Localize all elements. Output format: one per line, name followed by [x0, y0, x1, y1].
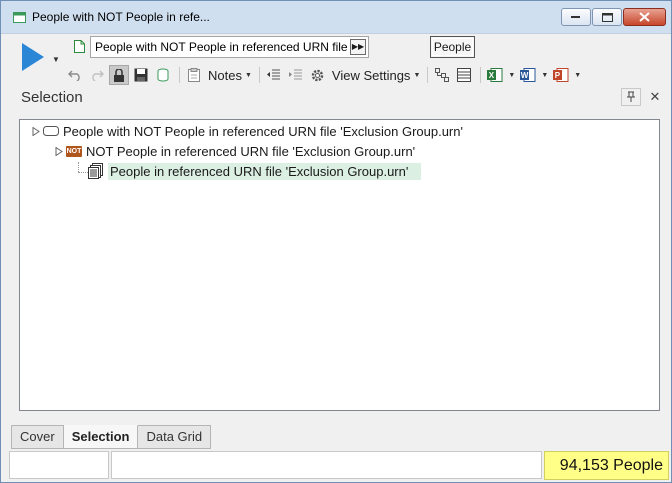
undo-button[interactable] [65, 65, 85, 85]
toolbar-divider [480, 67, 482, 83]
app-window: People with NOT People in refe... ▼ ▶▶ [0, 0, 672, 483]
tab-selection[interactable]: Selection [63, 425, 139, 449]
selection-node-icon [43, 126, 59, 136]
undo-icon [68, 70, 80, 81]
maximize-button[interactable] [592, 8, 622, 26]
redo-icon [92, 70, 104, 81]
not-node-icon: NOT [66, 145, 82, 157]
entity-selector[interactable]: People [430, 36, 475, 58]
selection-tree: People with NOT People in referenced URN… [19, 119, 660, 411]
expand-arrow-icon[interactable] [32, 126, 40, 136]
gear-icon [312, 69, 324, 81]
document-icon [74, 40, 85, 53]
tree-node-label: NOT People in referenced URN file 'Exclu… [86, 143, 416, 159]
excel-dropdown-caret[interactable]: ▼ [508, 72, 515, 79]
minimize-button[interactable] [561, 8, 591, 26]
window-controls [560, 8, 666, 26]
fast-forward-button[interactable]: ▶▶ [350, 39, 366, 55]
notes-menu[interactable]: Notes [208, 68, 242, 83]
tree-connector [78, 172, 88, 173]
close-icon [639, 12, 650, 22]
database-icon [157, 68, 169, 82]
grid-view-button[interactable] [454, 65, 474, 85]
redo-button[interactable] [87, 65, 107, 85]
export-word-button[interactable]: W [518, 65, 538, 85]
pane-close-button[interactable]: ✕ [646, 88, 664, 106]
database-button[interactable] [153, 65, 173, 85]
close-icon: ✕ [649, 89, 661, 104]
lock-icon [114, 68, 124, 82]
not-badge: NOT [66, 145, 82, 157]
tree-node-urn[interactable]: People in referenced URN file 'Exclusion… [88, 161, 422, 181]
export-excel-button[interactable]: X [485, 65, 505, 85]
notes-clipboard-button[interactable] [184, 65, 204, 85]
close-window-button[interactable] [623, 8, 666, 26]
tab-data-grid[interactable]: Data Grid [138, 425, 212, 449]
minimize-icon [571, 16, 580, 18]
tree-node-root[interactable]: People with NOT People in referenced URN… [32, 121, 463, 141]
tree-icon [435, 68, 450, 82]
pane-title: Selection [21, 89, 83, 106]
svg-text:X: X [489, 71, 495, 80]
status-bar: 94,153 People [9, 451, 669, 480]
tree-view-button[interactable] [432, 65, 452, 85]
grid-icon [457, 68, 472, 82]
save-button[interactable] [131, 65, 151, 85]
indent-icon [288, 69, 302, 80]
maximize-icon [601, 12, 613, 22]
app-icon [13, 12, 26, 23]
toolbar-divider [179, 67, 180, 83]
expand-arrow-icon[interactable] [55, 146, 63, 156]
svg-text:P: P [555, 71, 561, 80]
query-name-field[interactable]: ▶▶ [90, 36, 369, 58]
export-powerpoint-button[interactable]: P [551, 65, 571, 85]
powerpoint-dropdown-caret[interactable]: ▼ [574, 72, 581, 79]
outdent-button[interactable] [264, 65, 284, 85]
status-cell [111, 451, 542, 479]
urn-file-icon [88, 163, 104, 179]
svg-text:W: W [521, 71, 529, 80]
settings-button[interactable] [308, 65, 328, 85]
tree-connector [78, 162, 79, 172]
powerpoint-icon: P [553, 68, 569, 82]
tab-cover[interactable]: Cover [11, 425, 64, 449]
toolbar-divider [427, 67, 429, 83]
outdent-icon [266, 69, 280, 80]
fast-forward-icon: ▶▶ [351, 42, 365, 51]
run-dropdown-caret[interactable]: ▼ [52, 55, 60, 64]
toolbar: ▼ ▶▶ People [1, 34, 671, 86]
window-title: People with NOT People in refe... [32, 10, 210, 24]
indent-button[interactable] [286, 65, 306, 85]
lock-button[interactable] [109, 65, 129, 85]
word-dropdown-caret[interactable]: ▼ [541, 72, 548, 79]
query-name-input[interactable] [95, 40, 350, 54]
view-settings-menu[interactable]: View Settings [332, 68, 411, 83]
clipboard-icon [188, 68, 200, 82]
tree-node-label: People with NOT People in referenced URN… [63, 123, 463, 139]
excel-icon: X [487, 68, 503, 82]
status-cell [9, 451, 109, 479]
pin-icon [627, 91, 635, 102]
title-bar: People with NOT People in refe... [1, 1, 671, 34]
word-icon: W [520, 68, 536, 82]
view-settings-dropdown-caret[interactable]: ▼ [413, 72, 420, 79]
notes-dropdown-caret[interactable]: ▼ [245, 72, 252, 79]
view-tabs: Cover Selection Data Grid [11, 425, 212, 450]
toolbar-row: Notes ▼ View Settings ▼ X ▼ W ▼ P ▼ [65, 64, 584, 86]
save-icon [134, 68, 148, 82]
toolbar-divider [258, 67, 260, 83]
record-count: 94,153 People [544, 451, 669, 480]
tree-node-label: People in referenced URN file 'Exclusion… [108, 162, 422, 180]
pin-button[interactable] [621, 88, 641, 106]
run-icon[interactable] [21, 42, 45, 72]
tree-node-not[interactable]: NOT NOT People in referenced URN file 'E… [55, 141, 415, 161]
